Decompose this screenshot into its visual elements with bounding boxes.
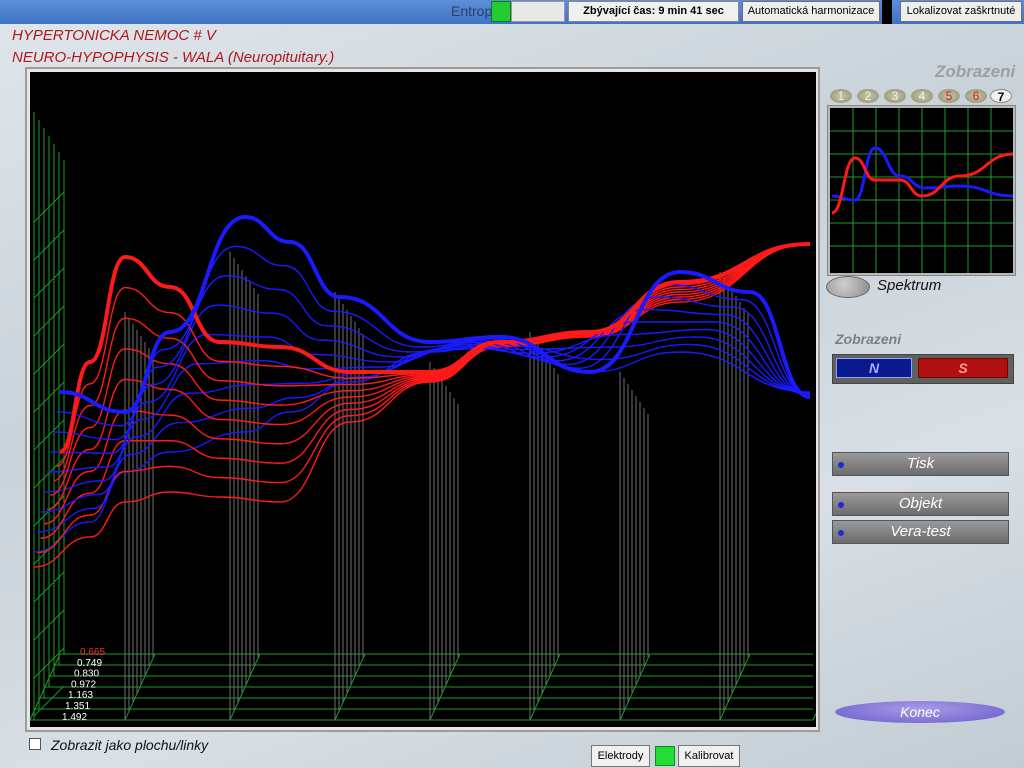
scale-label: 0.830 [74, 669, 99, 680]
print-button[interactable]: Tisk [832, 452, 1009, 476]
electrodes-button[interactable]: Elektrody [591, 745, 650, 767]
tab-4[interactable]: 4 [911, 89, 933, 103]
scale-label: 1.163 [68, 690, 93, 701]
vera-test-label: Vera-test [890, 523, 951, 540]
object-button[interactable]: Objekt [832, 492, 1009, 516]
remaining-time: Zbývající čas: 9 min 41 sec [568, 1, 739, 22]
tab-1[interactable]: 1 [830, 89, 852, 103]
view-tabs: 1 2 3 4 5 6 7 [828, 89, 1014, 105]
n-toggle-button[interactable]: N [836, 358, 912, 378]
entropy-indicator [491, 1, 511, 22]
toolbar-separator [882, 0, 892, 24]
bullet-icon [838, 530, 844, 536]
surface-lines-label: Zobrazit jako plochu/linky [51, 737, 209, 753]
display-heading: Zobrazeni [935, 62, 1016, 81]
page-subtitle: NEURO-HYPOPHYSIS - WALA (Neuropituitary.… [12, 49, 335, 66]
print-label: Tisk [906, 455, 935, 472]
end-button[interactable]: Konec [835, 701, 1005, 723]
tab-6[interactable]: 6 [965, 89, 987, 103]
s-toggle-button[interactable]: S [918, 358, 1008, 378]
entropy-bar [511, 1, 565, 22]
scale-label: 0.749 [77, 658, 102, 669]
vera-test-button[interactable]: Vera-test [832, 520, 1009, 544]
scale-label: 0.665 [80, 647, 105, 658]
spectrum-button[interactable] [826, 276, 870, 298]
scale-label: 1.492 [62, 712, 87, 723]
scale-label: 1.351 [65, 701, 90, 712]
tab-3[interactable]: 3 [884, 89, 906, 103]
main-3d-plot: 0.665 0.749 0.830 0.972 1.163 1.351 1.49… [30, 72, 816, 727]
status-indicator [655, 746, 675, 766]
surface-lines-checkbox[interactable] [29, 738, 41, 750]
auto-harmonize-button[interactable]: Automatická harmonizace [742, 1, 880, 22]
bullet-icon [838, 462, 844, 468]
plot-background [30, 72, 816, 727]
entropy-label: Entrop [451, 3, 493, 19]
mini-plot [830, 108, 1013, 273]
scale-label: 0.972 [71, 679, 96, 690]
calibrate-button[interactable]: Kalibrovat [678, 745, 740, 767]
bullet-icon [838, 502, 844, 508]
display-mode-heading: Zobrazeni [835, 331, 902, 347]
tab-5[interactable]: 5 [938, 89, 960, 103]
spectrum-label: Spektrum [877, 277, 942, 294]
tab-7[interactable]: 7 [990, 89, 1012, 104]
page-title: HYPERTONICKA NEMOC # V [12, 27, 216, 44]
object-label: Objekt [898, 495, 943, 512]
tab-2[interactable]: 2 [857, 89, 879, 103]
localize-checked-button[interactable]: Lokalizovat zaškrtnuté [900, 1, 1022, 22]
